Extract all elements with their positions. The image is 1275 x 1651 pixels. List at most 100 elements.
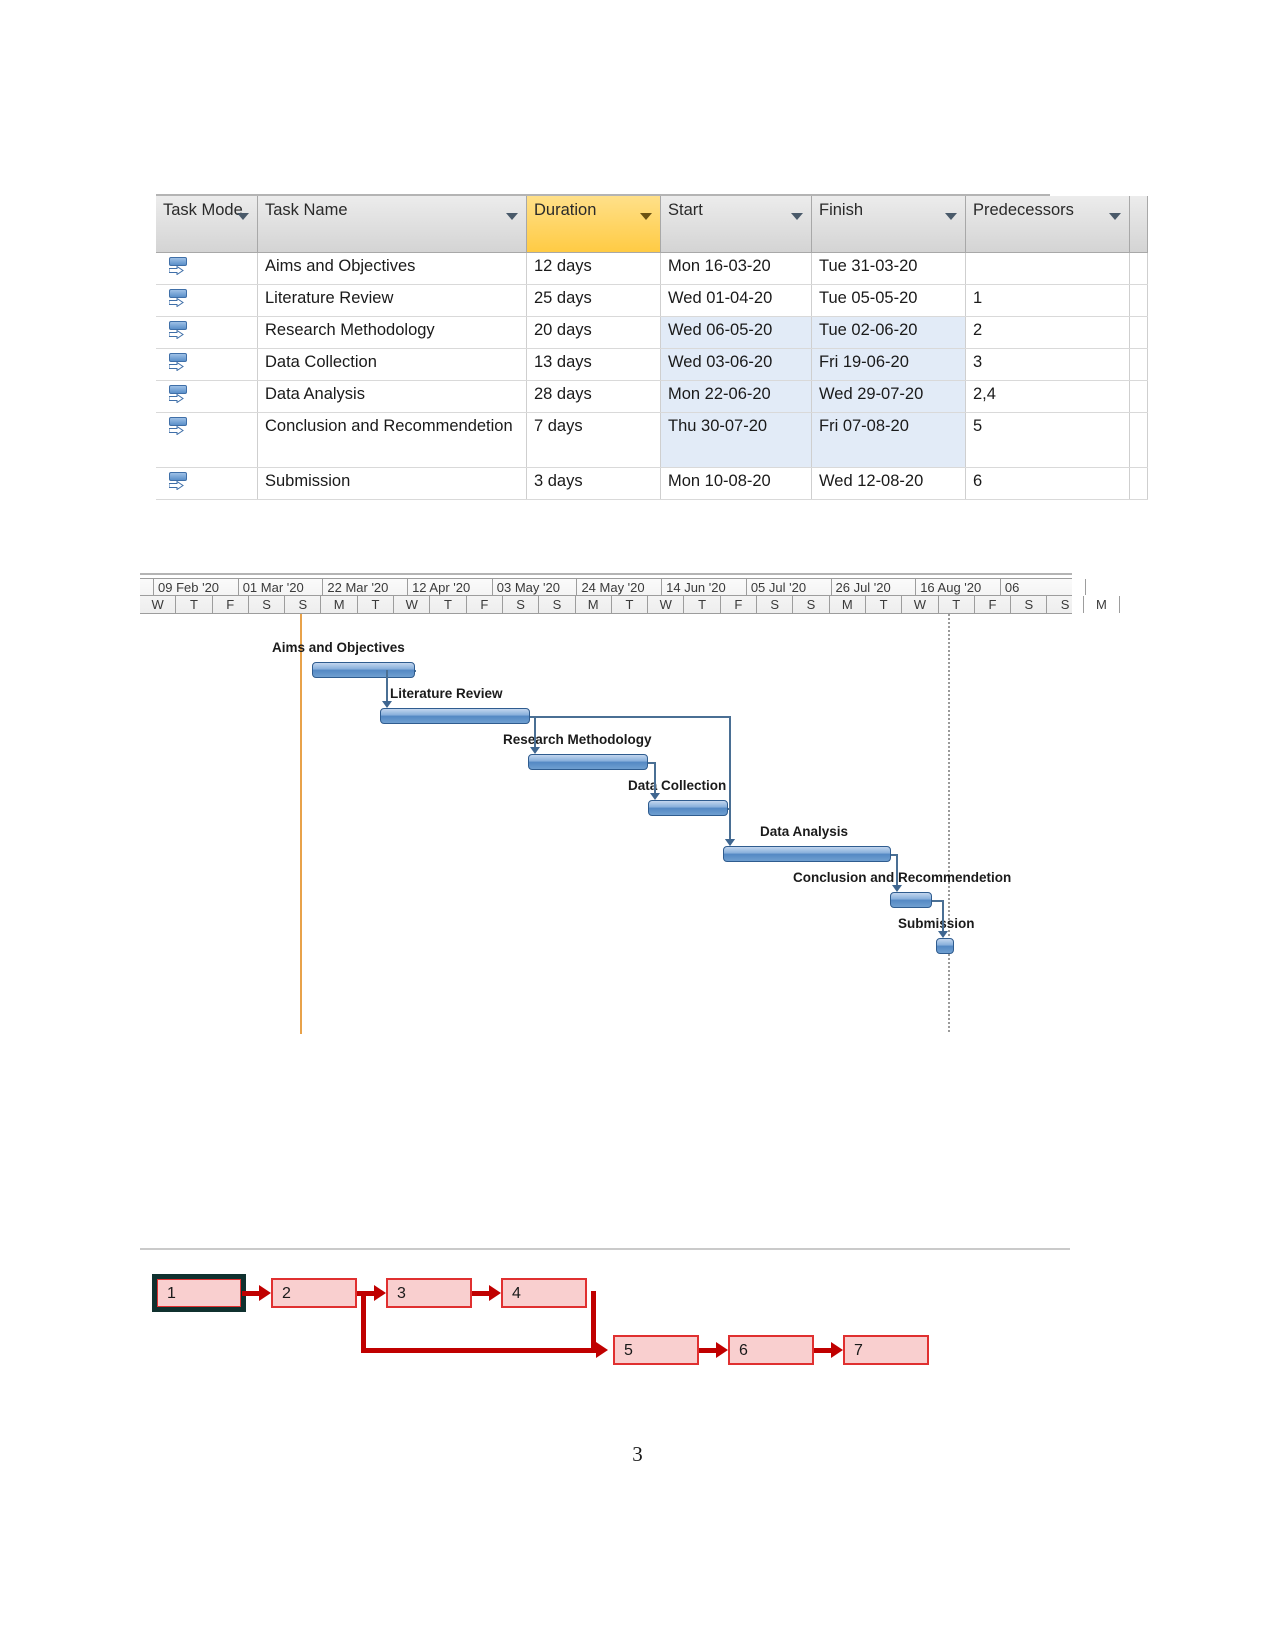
cell-task-mode[interactable] xyxy=(156,467,258,500)
cell-task-name[interactable]: Data Analysis xyxy=(257,380,527,413)
chevron-down-icon[interactable] xyxy=(640,213,652,220)
network-node[interactable]: 3 xyxy=(386,1278,472,1308)
cell-start[interactable]: Mon 10-08-20 xyxy=(660,467,812,500)
gantt-bar[interactable] xyxy=(648,800,728,816)
network-node[interactable]: 7 xyxy=(843,1335,929,1365)
network-node[interactable]: 5 xyxy=(613,1335,699,1365)
cell-duration[interactable]: 13 days xyxy=(526,348,661,381)
auto-schedule-icon xyxy=(168,289,188,309)
cell-task-name[interactable]: Research Methodology xyxy=(257,316,527,349)
task-table[interactable]: Task Mode Task Name Duration Start Finis… xyxy=(156,194,1148,500)
cell-duration[interactable]: 25 days xyxy=(526,284,661,317)
gantt-week-cell: 26 Jul '20 xyxy=(832,579,917,595)
cell-task-name[interactable]: Data Collection xyxy=(257,348,527,381)
gantt-bar[interactable] xyxy=(312,662,415,678)
network-node[interactable]: 2 xyxy=(271,1278,357,1308)
cell-finish[interactable]: Fri 19-06-20 xyxy=(811,348,966,381)
network-node[interactable]: 6 xyxy=(728,1335,814,1365)
gantt-timescale: 09 Feb '20 01 Mar '20 22 Mar '20 12 Apr '20… xyxy=(140,578,1121,614)
table-row[interactable]: Data Collection 13 days Wed 03-06-20 Fri 19… xyxy=(156,348,1148,381)
gantt-bar[interactable] xyxy=(528,754,648,770)
cell-predecessors[interactable]: 5 xyxy=(965,412,1130,468)
network-node[interactable]: 4 xyxy=(501,1278,587,1308)
auto-schedule-icon xyxy=(168,385,188,405)
gantt-canvas[interactable]: Aims and Objectives Literature Review Rese… xyxy=(140,614,1072,1064)
table-row[interactable]: Conclusion and Recommendetion 7 days Thu 3… xyxy=(156,412,1148,468)
cell-task-mode[interactable] xyxy=(156,412,258,468)
cell-task-name[interactable]: Literature Review xyxy=(257,284,527,317)
gantt-day-cell: T xyxy=(612,596,649,613)
table-row[interactable]: Data Analysis 28 days Mon 22-06-20 Wed 29-0… xyxy=(156,380,1148,413)
cell-start[interactable]: Thu 30-07-20 xyxy=(660,412,812,468)
cell-predecessors[interactable] xyxy=(965,252,1130,285)
gantt-bar[interactable] xyxy=(723,846,891,862)
network-arrow-icon xyxy=(489,1285,501,1301)
table-row[interactable]: Research Methodology 20 days Wed 06-05-20 T… xyxy=(156,316,1148,349)
cell-finish[interactable]: Tue 05-05-20 xyxy=(811,284,966,317)
chevron-down-icon[interactable] xyxy=(791,213,803,220)
cell-duration[interactable]: 12 days xyxy=(526,252,661,285)
cell-task-name[interactable]: Submission xyxy=(257,467,527,500)
gantt-bar-label: Literature Review xyxy=(390,686,503,701)
network-diagram[interactable]: 1234567 xyxy=(140,1248,1070,1388)
gantt-day-cell: T xyxy=(430,596,467,613)
cell-task-mode[interactable] xyxy=(156,316,258,349)
cell-predecessors[interactable]: 2 xyxy=(965,316,1130,349)
cell-predecessors[interactable]: 2,4 xyxy=(965,380,1130,413)
chevron-down-icon[interactable] xyxy=(1109,213,1121,220)
cell-start[interactable]: Mon 22-06-20 xyxy=(660,380,812,413)
cell-finish[interactable]: Tue 02-06-20 xyxy=(811,316,966,349)
status-date-line xyxy=(948,614,950,1032)
cell-task-mode[interactable] xyxy=(156,284,258,317)
table-row[interactable]: Submission 3 days Mon 10-08-20 Wed 12-08-20… xyxy=(156,467,1148,500)
cell-duration[interactable]: 20 days xyxy=(526,316,661,349)
cell-task-mode[interactable] xyxy=(156,348,258,381)
cell-duration[interactable]: 3 days xyxy=(526,467,661,500)
column-header-duration[interactable]: Duration xyxy=(526,196,661,253)
gantt-link xyxy=(654,762,656,795)
auto-schedule-icon xyxy=(168,257,188,277)
network-node[interactable]: 1 xyxy=(152,1274,246,1312)
network-link xyxy=(472,1291,489,1296)
column-header-task-mode[interactable]: Task Mode xyxy=(156,196,258,253)
cell-predecessors[interactable]: 3 xyxy=(965,348,1130,381)
cell-finish[interactable]: Fri 07-08-20 xyxy=(811,412,966,468)
gantt-bar[interactable] xyxy=(890,892,932,908)
cell-start[interactable]: Mon 16-03-20 xyxy=(660,252,812,285)
column-header-start[interactable]: Start xyxy=(660,196,812,253)
gantt-bar[interactable] xyxy=(936,938,954,954)
column-header-next[interactable] xyxy=(1129,196,1148,253)
cell-finish[interactable]: Wed 29-07-20 xyxy=(811,380,966,413)
gantt-link xyxy=(386,670,388,703)
cell-predecessors[interactable]: 1 xyxy=(965,284,1130,317)
chevron-down-icon[interactable] xyxy=(506,213,518,220)
gantt-bar-label: Conclusion and Recommendetion xyxy=(793,870,1012,885)
cell-task-name[interactable]: Aims and Objectives xyxy=(257,252,527,285)
gantt-day-cell: S xyxy=(793,596,830,613)
cell-duration[interactable]: 7 days xyxy=(526,412,661,468)
cell-duration[interactable]: 28 days xyxy=(526,380,661,413)
chevron-down-icon[interactable] xyxy=(945,213,957,220)
gantt-bar-label: Submission xyxy=(898,916,975,931)
auto-schedule-icon xyxy=(168,472,188,492)
gantt-day-cell: T xyxy=(358,596,395,613)
table-row[interactable]: Literature Review 25 days Wed 01-04-20 Tue … xyxy=(156,284,1148,317)
column-header-finish[interactable]: Finish xyxy=(811,196,966,253)
column-header-predecessors-label: Predecessors xyxy=(973,201,1074,219)
gantt-bar[interactable] xyxy=(380,708,530,724)
cell-finish[interactable]: Wed 12-08-20 xyxy=(811,467,966,500)
chevron-down-icon[interactable] xyxy=(237,213,249,220)
column-header-predecessors[interactable]: Predecessors xyxy=(965,196,1130,253)
cell-task-name[interactable]: Conclusion and Recommendetion xyxy=(257,412,527,468)
table-row[interactable]: Aims and Objectives 12 days Mon 16-03-20 Tu… xyxy=(156,252,1148,285)
cell-predecessors[interactable]: 6 xyxy=(965,467,1130,500)
cell-finish[interactable]: Tue 31-03-20 xyxy=(811,252,966,285)
column-header-task-name[interactable]: Task Name xyxy=(257,196,527,253)
cell-start[interactable]: Wed 06-05-20 xyxy=(660,316,812,349)
gantt-chart[interactable]: 09 Feb '20 01 Mar '20 22 Mar '20 12 Apr '20… xyxy=(140,573,1121,1065)
cell-task-mode[interactable] xyxy=(156,380,258,413)
cell-task-mode[interactable] xyxy=(156,252,258,285)
cell-start[interactable]: Wed 03-06-20 xyxy=(660,348,812,381)
cell-start[interactable]: Wed 01-04-20 xyxy=(660,284,812,317)
gantt-day-cell: S xyxy=(249,596,286,613)
